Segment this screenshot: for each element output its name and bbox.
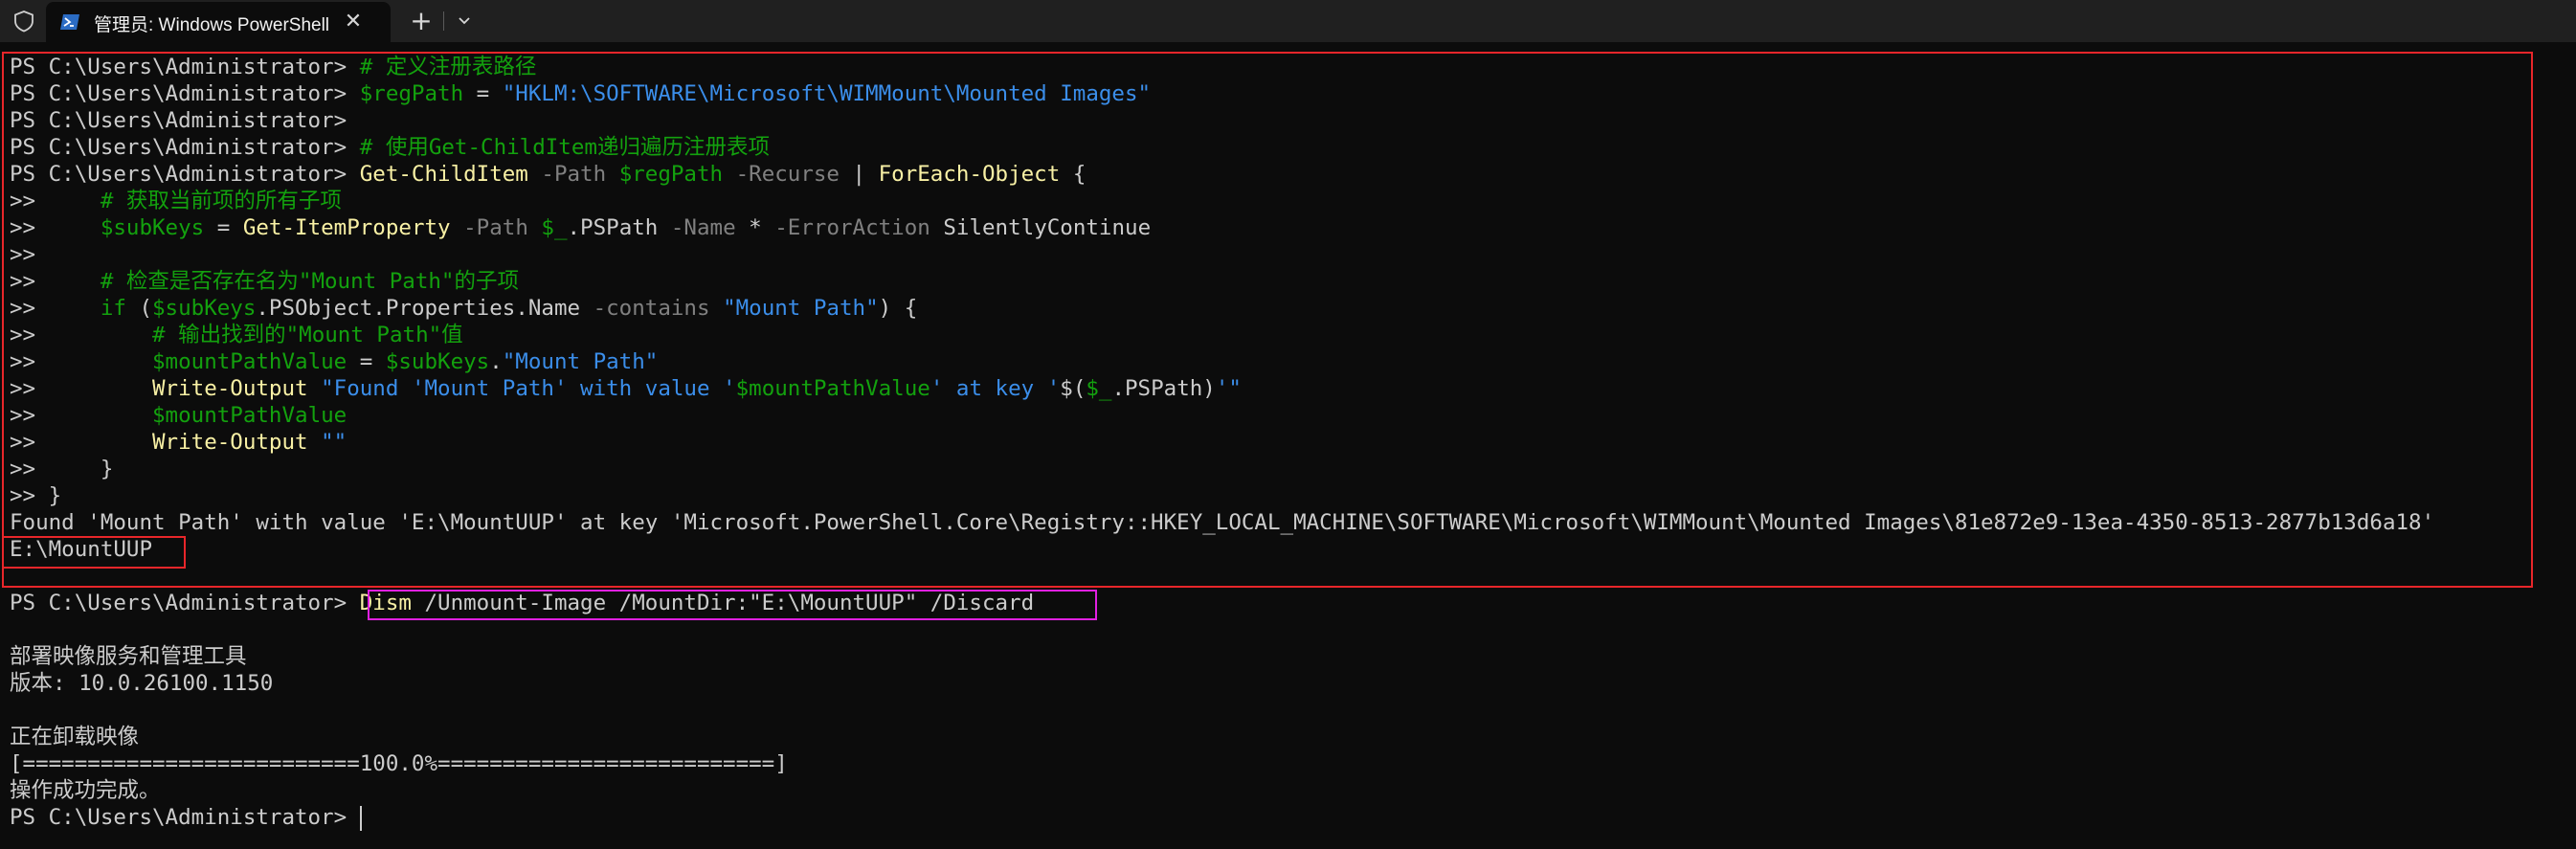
terminal-line[interactable]: PS C:\Users\Administrator> bbox=[10, 804, 362, 831]
highlight-script-box bbox=[2, 52, 2533, 588]
prompt: PS C:\Users\Administrator> bbox=[10, 805, 360, 830]
highlight-value-box bbox=[2, 536, 186, 569]
tab-title: 管理员: Windows PowerShell bbox=[94, 15, 330, 35]
dism-version-line: 版本: 10.0.26100.1150 bbox=[10, 671, 274, 696]
terminal-output[interactable]: PS C:\Users\Administrator> # 定义注册表路径 PS … bbox=[0, 42, 2576, 849]
dism-done-line: 操作成功完成。 bbox=[10, 778, 161, 803]
text-cursor bbox=[359, 805, 362, 831]
chevron-down-icon[interactable] bbox=[452, 9, 477, 34]
dism-progress-bar: [==========================100.0%=======… bbox=[10, 751, 788, 776]
powershell-window: 管理员: Windows PowerShell ✕ + PS C:\Users\… bbox=[0, 0, 2576, 849]
tab-separator bbox=[443, 11, 444, 31]
powershell-icon bbox=[60, 14, 79, 30]
plus-icon[interactable]: + bbox=[407, 7, 436, 35]
prompt: PS C:\Users\Administrator> bbox=[10, 591, 360, 615]
tab-bar: 管理员: Windows PowerShell ✕ + bbox=[0, 0, 2576, 42]
highlight-command-box bbox=[368, 590, 1097, 620]
tab-powershell[interactable]: 管理员: Windows PowerShell ✕ bbox=[46, 2, 391, 42]
dism-title-line: 部署映像服务和管理工具 bbox=[10, 644, 247, 669]
shield-icon bbox=[14, 11, 34, 33]
close-icon[interactable]: ✕ bbox=[341, 10, 366, 34]
dism-status-line: 正在卸载映像 bbox=[10, 725, 140, 749]
